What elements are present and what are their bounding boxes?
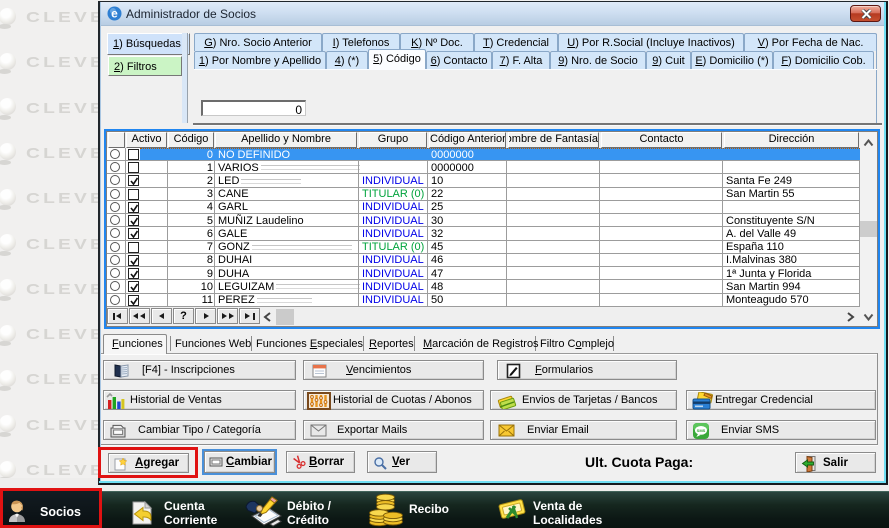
svg-text:e: e: [111, 7, 118, 21]
svg-text:SMS: SMS: [697, 428, 706, 433]
